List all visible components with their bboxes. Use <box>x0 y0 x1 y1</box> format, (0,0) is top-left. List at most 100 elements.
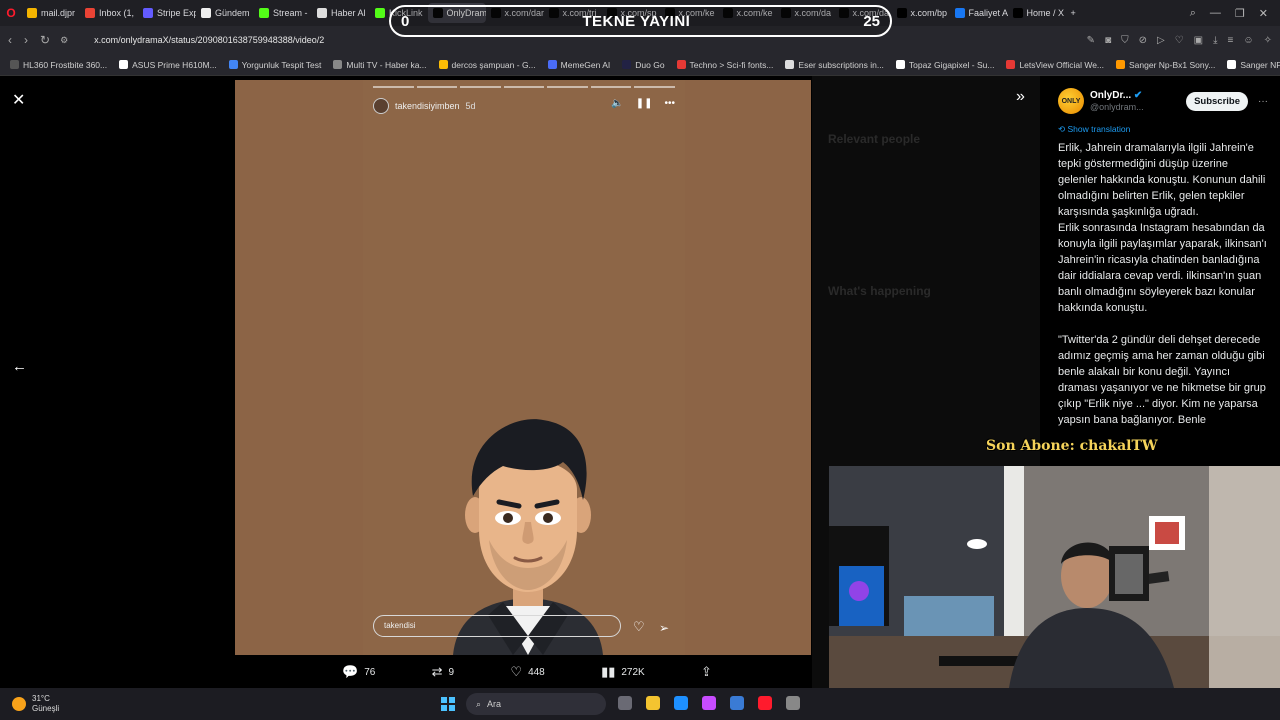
show-translation-link[interactable]: ⟲ Show translation <box>1058 124 1268 135</box>
bookmark-item[interactable]: dercos şampuan - G... <box>438 60 536 70</box>
bookmark-item[interactable]: ASUS Prime H610M... <box>119 60 217 70</box>
bookmark-item[interactable]: Multi TV - Haber ka... <box>333 59 427 70</box>
taskbar-search[interactable]: ⌕ Ara <box>466 693 606 715</box>
tab-favicon-icon <box>85 8 95 18</box>
bookmark-item[interactable]: Techno > Sci-fi fonts... <box>676 59 774 70</box>
translate-icon: ⟲ <box>1058 124 1066 134</box>
new-tab-button[interactable]: + <box>1066 3 1081 23</box>
window-controls: ⌕ — ❐ ✕ <box>1178 7 1280 20</box>
back-nav-icon[interactable]: ‹ <box>8 33 12 47</box>
collapse-panel-icon[interactable]: » <box>1016 88 1025 106</box>
story-like-icon[interactable]: ♡ <box>633 619 645 635</box>
bookmark-item[interactable]: Yorgunluk Tespit Test <box>228 60 321 70</box>
adblock-icon[interactable]: ⊘ <box>1139 35 1147 46</box>
windows-start-icon[interactable] <box>441 697 455 711</box>
author-display-name: OnlyDr... <box>1090 90 1132 102</box>
verified-badge-icon: ✔ <box>1133 90 1143 102</box>
story-reply-input[interactable]: takendisi <box>373 615 621 637</box>
tab-label: x.com/bp <box>910 8 948 18</box>
box-icon[interactable]: ▣ <box>1194 35 1203 46</box>
browser-tab[interactable]: mail.djpr <box>22 3 80 23</box>
ai-icon[interactable]: ✧ <box>1264 35 1272 46</box>
tab-label: Home / X <box>1026 8 1065 18</box>
reply-button[interactable]: 💬 76 <box>342 664 375 680</box>
browser-tab[interactable]: Haber Al <box>312 3 370 23</box>
subscribe-button[interactable]: Subscribe <box>1186 91 1248 111</box>
menu-icon[interactable]: ≡ <box>1228 35 1234 46</box>
story-send-icon[interactable]: ➢ <box>659 621 669 635</box>
opera-logo-icon[interactable]: O <box>0 0 22 26</box>
repost-button[interactable]: ⇄ 9 <box>432 664 454 680</box>
like-button[interactable]: ♡ 448 <box>510 664 544 680</box>
camera-icon[interactable]: ◙ <box>1105 35 1111 46</box>
reload-icon[interactable]: ↻ <box>40 33 50 47</box>
close-window-icon[interactable]: ✕ <box>1259 7 1268 20</box>
video-player[interactable]: takendisiyimben 5d 🔈 ❚❚ ••• takendisi ♡ … <box>235 80 811 655</box>
task-view-icon[interactable] <box>618 696 632 710</box>
browser-tab[interactable]: Stream - <box>254 3 312 23</box>
bookmark-label: MemeGen AI <box>560 59 611 70</box>
tab-favicon-icon <box>27 8 37 18</box>
share-button[interactable]: ⇪ <box>701 664 712 680</box>
views-icon: ▮▮ <box>601 664 616 679</box>
bookmark-label: Multi TV - Haber ka... <box>346 59 427 70</box>
heart-icon[interactable]: ♡ <box>1175 35 1184 46</box>
edge-icon[interactable] <box>674 696 688 710</box>
play-icon[interactable]: ▷ <box>1157 35 1165 46</box>
tab-label: Gündem <box>215 8 250 18</box>
bookmark-item[interactable]: LetsView Official We... <box>1006 60 1104 70</box>
weather-condition: Güneşli <box>32 704 60 713</box>
bookmark-item[interactable]: Topaz Gigapixel - Su... <box>895 60 994 70</box>
bookmark-label: Techno > Sci-fi fonts... <box>689 59 774 70</box>
browser-tab[interactable]: Faaliyet A <box>950 3 1008 23</box>
repost-icon: ⇄ <box>431 664 443 679</box>
bookmark-favicon-icon <box>228 60 238 69</box>
story-progress-segment <box>634 86 676 88</box>
maximize-icon[interactable]: ❐ <box>1235 7 1245 20</box>
author-avatar[interactable]: ONLY <box>1058 88 1084 114</box>
site-info-icon[interactable]: ⚙ <box>60 35 68 46</box>
browser-tab[interactable]: Stripe Exp <box>138 3 196 23</box>
views-button[interactable]: ▮▮ 272K <box>601 664 645 680</box>
like-count: 448 <box>528 666 545 678</box>
tab-favicon-icon <box>259 8 269 18</box>
search-tabs-icon[interactable]: ⌕ <box>1190 7 1196 20</box>
store-icon[interactable] <box>730 696 744 710</box>
browser-tab[interactable]: Gündem <box>196 3 254 23</box>
close-viewer-button[interactable]: ✕ <box>12 90 25 110</box>
bookmark-item[interactable]: MemeGen AI <box>547 59 611 70</box>
bookmark-item[interactable]: Sanger Np-Bx1 Sony... <box>1116 60 1215 70</box>
forward-nav-icon[interactable]: › <box>24 33 28 47</box>
stream-title-overlay: 0 TEKNE YAYINI 25 <box>389 5 892 37</box>
bookmark-item[interactable]: Duo Go <box>622 60 665 70</box>
previous-media-button[interactable]: ← <box>12 358 27 375</box>
bookmark-item[interactable]: HL360 Frostbite 360... <box>10 60 107 70</box>
browser-tab[interactable]: Inbox (1, <box>80 3 138 23</box>
download-icon[interactable]: ⤓ <box>1213 35 1217 46</box>
browser-tab[interactable]: x.com/bp <box>892 3 950 23</box>
weather-widget[interactable]: 31°C Güneşli <box>12 694 59 714</box>
tweet-header: ONLY OnlyDr... ✔ @onlydram... Subscribe … <box>1058 86 1268 116</box>
bookmark-favicon-icon <box>1116 60 1126 69</box>
edit-icon[interactable]: ✎ <box>1087 35 1095 46</box>
shield-icon[interactable]: ⛉ <box>1121 35 1129 46</box>
pause-icon[interactable]: ❚❚ <box>636 98 653 109</box>
copilot-icon[interactable] <box>702 696 716 710</box>
author-handle[interactable]: @onlydram... <box>1090 102 1144 112</box>
app-icon[interactable] <box>786 696 800 710</box>
browser-tab[interactable]: Home / X <box>1008 3 1066 23</box>
bookmark-item[interactable]: Sanger NP-BX1 So <box>1227 60 1280 70</box>
tweet-more-icon[interactable]: ··· <box>1258 96 1268 107</box>
opera-taskbar-icon[interactable] <box>758 696 772 710</box>
author-name-row[interactable]: OnlyDr... ✔ <box>1090 90 1144 102</box>
bookmark-item[interactable]: Eser subscriptions in... <box>785 60 884 70</box>
file-explorer-icon[interactable] <box>646 696 660 710</box>
story-progress-segment <box>373 86 414 88</box>
story-username: takendisiyimben <box>395 101 460 111</box>
volume-icon[interactable]: 🔈 <box>611 98 623 109</box>
minimize-icon[interactable]: — <box>1210 7 1221 20</box>
more-icon[interactable]: ••• <box>664 98 675 109</box>
tab-label: Inbox (1, <box>99 8 135 18</box>
tab-label: Stripe Exp <box>157 8 196 18</box>
profile-icon[interactable]: ☺ <box>1243 35 1253 46</box>
